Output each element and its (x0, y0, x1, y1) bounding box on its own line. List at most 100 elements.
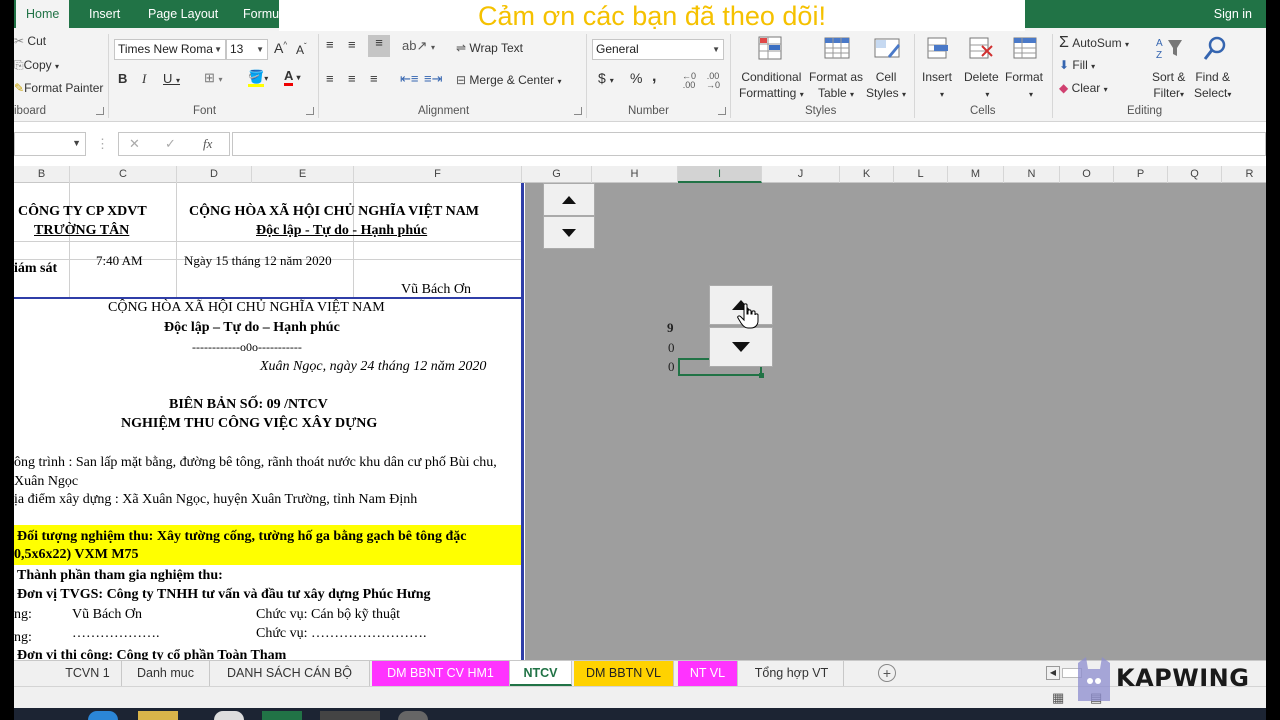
add-sheet-icon[interactable]: + (878, 664, 896, 682)
format-as-table-icon (824, 37, 850, 59)
decrease-font-icon[interactable]: Aˇ (296, 42, 307, 57)
clear-button[interactable]: ◆ Clear ▾ (1059, 81, 1108, 95)
fill-handle[interactable] (759, 373, 764, 378)
fill-color-icon[interactable]: 🪣▾ (248, 69, 268, 87)
increase-font-icon[interactable]: A^ (274, 40, 287, 56)
find-select-icon (1203, 36, 1226, 60)
align-middle-icon[interactable]: ≡ (348, 37, 356, 52)
scroll-down-button[interactable] (543, 216, 595, 249)
column-header[interactable]: H (592, 166, 678, 183)
underline-icon[interactable]: U ▾ (163, 71, 180, 86)
sign-in-link[interactable]: Sign in (1214, 0, 1252, 28)
column-header[interactable]: M (948, 166, 1004, 183)
italic-icon[interactable]: I (142, 71, 146, 87)
enter-icon[interactable]: ✓ (165, 136, 176, 152)
increase-decimal-icon[interactable]: ←0.00 (682, 72, 696, 90)
sheet-tab[interactable]: NT VL (678, 661, 738, 686)
name-box[interactable]: ▼ (14, 132, 86, 156)
worksheet[interactable]: CÔNG TY CP XDVT TRƯỜNG TÂN CỘNG HÒA XÃ H… (0, 183, 525, 660)
insert-cells-button[interactable]: Insert ▾ (922, 69, 952, 103)
copy-button[interactable]: ⎘Copy ▾ (14, 58, 59, 73)
person-name-1: Vũ Bách Ơn (72, 607, 142, 622)
column-header[interactable]: D (177, 166, 252, 183)
chevron-down-icon: ▼ (256, 45, 264, 54)
clipboard-launcher-icon[interactable] (96, 107, 104, 115)
app-taskbar-icon[interactable] (398, 711, 428, 720)
column-header[interactable]: K (840, 166, 894, 183)
app-taskbar-icon[interactable] (320, 711, 380, 720)
align-bottom-icon[interactable]: ≡ (368, 35, 390, 57)
format-painter-label: Format Painter (24, 81, 104, 95)
sheet-tab[interactable]: Danh muc (122, 661, 210, 686)
column-header[interactable]: P (1114, 166, 1168, 183)
sheet-tab[interactable]: Tổng hợp VT (740, 661, 844, 686)
sheet-tab[interactable]: DANH SÁCH CÁN BỘ (210, 661, 370, 686)
conditional-formatting-button[interactable]: Conditional Formatting ▾ (739, 69, 804, 103)
sheet-tab-active[interactable]: NTCV (510, 661, 572, 686)
folder-taskbar-icon[interactable] (138, 711, 178, 720)
browser-taskbar-icon[interactable] (88, 711, 118, 720)
cancel-icon[interactable]: ✕ (129, 136, 140, 152)
column-header[interactable]: G (522, 166, 592, 183)
sheet-tab[interactable]: TCVN 1 (54, 661, 122, 686)
percent-icon[interactable]: % (630, 70, 642, 86)
cell-styles-button[interactable]: Cell Styles ▾ (866, 69, 906, 103)
borders-icon[interactable]: ⊞ ▾ (204, 70, 223, 86)
format-as-table-button[interactable]: Format as Table ▾ (809, 69, 863, 103)
column-header-selected[interactable]: I (678, 166, 762, 183)
column-header[interactable]: B (14, 166, 70, 183)
align-right-icon[interactable]: ≡ (370, 71, 378, 86)
excel-taskbar-icon[interactable] (262, 711, 302, 720)
column-header[interactable]: C (70, 166, 177, 183)
number-launcher-icon[interactable] (718, 107, 726, 115)
column-header[interactable]: L (894, 166, 948, 183)
font-name-select[interactable]: Times New Roma ▼ (114, 39, 226, 60)
delete-cells-button[interactable]: Delete ▾ (964, 69, 999, 103)
font-size-select[interactable]: 13 ▼ (226, 39, 268, 60)
find-select-button[interactable]: Find & Select▾ (1194, 69, 1231, 103)
app-taskbar-icon[interactable] (214, 711, 244, 720)
align-center-icon[interactable]: ≡ (348, 71, 356, 86)
orientation-icon[interactable]: ab↗ ▾ (402, 38, 435, 54)
ribbon-separator (730, 34, 731, 118)
cut-button[interactable]: ✂ Cut (14, 34, 46, 48)
font-launcher-icon[interactable] (306, 107, 314, 115)
align-top-icon[interactable]: ≡ (326, 37, 337, 52)
decrease-indent-icon[interactable]: ⇤≡ (400, 71, 418, 87)
format-cells-button[interactable]: Format ▾ (1005, 69, 1043, 103)
tab-insert[interactable]: Insert (79, 0, 130, 28)
number-format-select[interactable]: General ▼ (592, 39, 724, 60)
formula-input[interactable] (232, 132, 1266, 156)
font-color-icon[interactable]: A ▾ (284, 68, 301, 86)
column-header[interactable]: N (1004, 166, 1060, 183)
scroll-up-button[interactable] (543, 183, 595, 216)
scroll-left-icon[interactable]: ◀ (1046, 666, 1060, 680)
sort-filter-button[interactable]: Sort & Filter▾ (1152, 69, 1185, 103)
wrap-text-button[interactable]: ⇌ Wrap Text (456, 41, 523, 55)
decrease-decimal-icon[interactable]: .00 →0 (706, 72, 720, 90)
align-left-icon[interactable]: ≡ (326, 71, 334, 86)
normal-view-icon[interactable]: ▦ (1052, 690, 1064, 706)
sheet-tab[interactable]: DM BBTN VL (574, 661, 674, 686)
autosum-button[interactable]: Σ AutoSum ▾ (1059, 34, 1129, 52)
comma-style-icon[interactable]: , (652, 68, 656, 86)
increase-indent-icon[interactable]: ≡⇥ (424, 71, 442, 87)
fill-button[interactable]: ⬇ Fill ▾ (1059, 58, 1095, 72)
column-header[interactable]: J (762, 166, 840, 183)
spinner-down-button[interactable] (709, 327, 773, 367)
bold-icon[interactable]: B (118, 71, 127, 86)
column-header[interactable]: Q (1168, 166, 1222, 183)
currency-icon[interactable]: $ ▾ (598, 70, 614, 86)
column-header[interactable]: F (354, 166, 522, 183)
chevron-down-icon: ▼ (712, 45, 720, 54)
cells-group-label: Cells (970, 105, 996, 117)
format-painter-button[interactable]: ✎Format Painter (14, 81, 103, 95)
tab-home[interactable]: Home (16, 0, 70, 28)
sheet-tab[interactable]: DM BBNT CV HM1 (372, 661, 510, 686)
alignment-launcher-icon[interactable] (574, 107, 582, 115)
column-header[interactable]: E (252, 166, 354, 183)
tab-page-layout[interactable]: Page Layout (138, 0, 228, 28)
column-header[interactable]: O (1060, 166, 1114, 183)
merge-center-button[interactable]: ⊟ Merge & Center ▾ (456, 73, 561, 87)
insert-function-icon[interactable]: fx (203, 136, 212, 152)
